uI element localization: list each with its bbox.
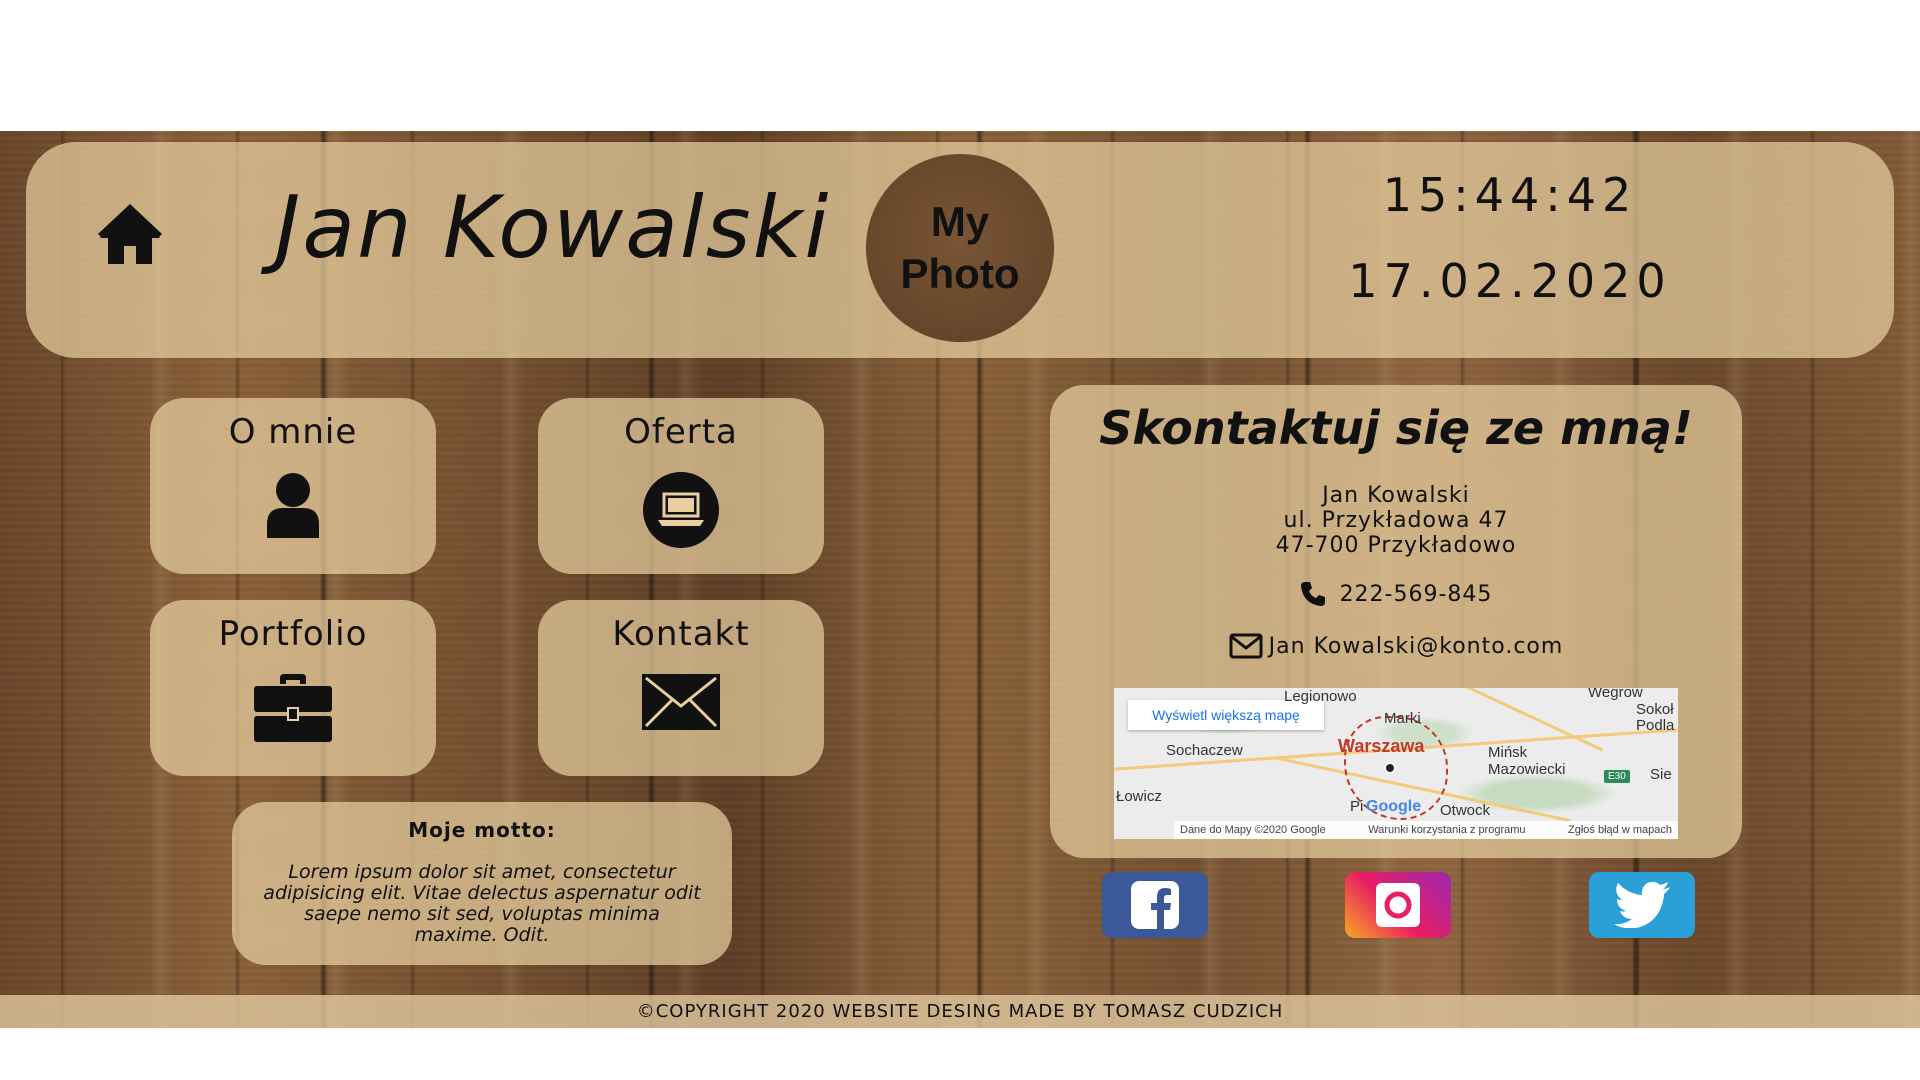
nav-tile-portfolio[interactable]: Portfolio bbox=[150, 600, 436, 776]
map-city-label: Mińsk Mazowiecki bbox=[1488, 744, 1566, 778]
twitter-icon bbox=[1614, 882, 1670, 928]
map-city-label: Legionowo bbox=[1284, 688, 1357, 705]
twitter-button[interactable] bbox=[1589, 872, 1695, 938]
address-city: 47-700 Przykładowo bbox=[1275, 533, 1517, 558]
home-icon[interactable] bbox=[98, 204, 162, 268]
nav-tile-label: O mnie bbox=[228, 412, 358, 452]
phone-number[interactable]: 222-569-845 bbox=[1340, 582, 1493, 607]
road-badge: E30 bbox=[1604, 770, 1630, 783]
envelope-icon bbox=[642, 674, 720, 730]
contact-email: Jan Kowalski@konto.com bbox=[1050, 633, 1742, 659]
instagram-icon bbox=[1376, 883, 1420, 927]
motto-panel: Moje motto: Lorem ipsum dolor sit amet, … bbox=[232, 802, 732, 965]
clock-date: 17.02.2020 bbox=[1348, 254, 1672, 308]
map-city-label: Otwock bbox=[1440, 802, 1491, 819]
map-city-label: Sochaczew bbox=[1166, 742, 1243, 759]
mail-icon bbox=[1229, 633, 1263, 659]
email-address[interactable]: Jan Kowalski@konto.com bbox=[1269, 634, 1564, 659]
map-city-label: Marki bbox=[1384, 710, 1421, 727]
map-marker bbox=[1384, 762, 1396, 774]
user-icon bbox=[267, 473, 319, 538]
contact-phone: 222-569-845 bbox=[1050, 581, 1742, 607]
nav-tile-label: Kontakt bbox=[612, 614, 750, 654]
map-city-label: Warszawa bbox=[1338, 736, 1425, 756]
nav-tile-label: Portfolio bbox=[218, 614, 368, 654]
google-logo: Google bbox=[1366, 798, 1422, 815]
nav-tile-label: Oferta bbox=[624, 412, 738, 452]
map-city-label: Pi bbox=[1350, 798, 1364, 815]
map-city-label: Łowicz bbox=[1116, 788, 1162, 805]
address-name: Jan Kowalski bbox=[1322, 483, 1470, 508]
map-terms-link[interactable]: Warunki korzystania z programu bbox=[1368, 824, 1525, 836]
nav-tile-oferta[interactable]: Oferta bbox=[538, 398, 824, 574]
contact-address: Jan Kowalski ul. Przykładowa 47 47-700 P… bbox=[1050, 483, 1742, 558]
nav-tile-kontakt[interactable]: Kontakt bbox=[538, 600, 824, 776]
profile-photo: My Photo bbox=[866, 154, 1054, 342]
contact-title: Skontaktuj się ze mną! bbox=[1099, 401, 1693, 455]
nav-tile-o-mnie[interactable]: O mnie bbox=[150, 398, 436, 574]
instagram-button[interactable] bbox=[1345, 872, 1451, 938]
motto-text: Lorem ipsum dolor sit amet, consectetur … bbox=[263, 861, 701, 946]
clock-time: 15:44:42 bbox=[1382, 168, 1638, 222]
map-city-label: Wegrow bbox=[1588, 688, 1643, 701]
site-title: Jan Kowalski bbox=[275, 178, 831, 278]
laptop-icon bbox=[643, 472, 719, 548]
facebook-icon bbox=[1131, 881, 1179, 929]
embedded-map[interactable]: Wyświetl większą mapę Legionowo Marki We… bbox=[1114, 688, 1678, 839]
briefcase-icon bbox=[254, 674, 332, 742]
phone-icon bbox=[1300, 582, 1325, 606]
facebook-button[interactable] bbox=[1102, 872, 1208, 938]
map-data-credit: Dane do Mapy ©2020 Google bbox=[1180, 824, 1326, 836]
address-street: ul. Przykładowa 47 bbox=[1283, 508, 1509, 533]
map-city-label: Sie bbox=[1650, 766, 1672, 783]
footer-copyright: ©COPYRIGHT 2020 WEBSITE DESING MADE BY T… bbox=[0, 995, 1920, 1028]
map-report-link[interactable]: Zgłoś błąd w mapach bbox=[1568, 824, 1672, 836]
map-footer: Dane do Mapy ©2020 Google Warunki korzys… bbox=[1174, 821, 1678, 839]
motto-title: Moje motto: bbox=[408, 818, 556, 842]
map-city-label: Sokoł Podla bbox=[1636, 701, 1675, 734]
